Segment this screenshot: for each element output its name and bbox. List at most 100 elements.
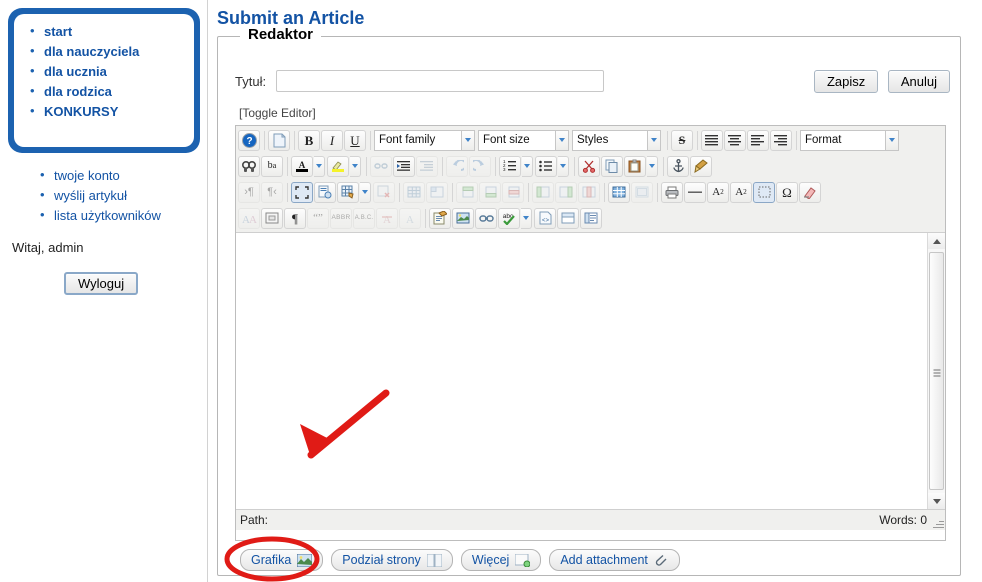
sidebar-item-dla-ucznia[interactable]: dla ucznia [30, 63, 190, 79]
highlight-color-chevron-down-icon[interactable] [350, 155, 361, 177]
insert-layer-icon[interactable] [261, 207, 283, 229]
insert-horizontal-layout-icon[interactable] [557, 207, 579, 229]
italic-icon[interactable]: I [321, 129, 343, 151]
numbered-list-chevron-down-icon[interactable] [522, 155, 533, 177]
sidebar-item-twoje-konto[interactable]: twoje konto [40, 167, 161, 184]
help-icon[interactable]: ? [238, 129, 260, 151]
format-chevron-down-icon[interactable] [886, 129, 899, 151]
sidebar-item-dla-rodzica[interactable]: dla rodzica [30, 83, 190, 99]
abbr-icon[interactable]: ABBR [330, 207, 352, 229]
sidebar-link-dla-rodzica[interactable]: dla rodzica [44, 84, 112, 99]
copy-icon[interactable] [601, 155, 623, 177]
numbered-list-icon[interactable]: 123 [499, 155, 521, 177]
styles-chevron-down-icon[interactable] [648, 129, 661, 151]
pilcrow-icon[interactable]: ¶ [284, 207, 306, 229]
split-cells-icon[interactable] [608, 181, 630, 203]
save-button[interactable]: Zapisz [813, 70, 879, 93]
advanced-image-icon[interactable] [429, 207, 451, 229]
font-size-chevron-down-icon[interactable] [556, 129, 569, 151]
sidebar-item-lista-uzytkownikow[interactable]: lista użytkowników [40, 207, 161, 224]
strikethrough-icon[interactable]: S [671, 129, 693, 151]
delete-col-icon[interactable] [578, 181, 600, 203]
editor-content-area[interactable] [236, 233, 928, 509]
styles-select[interactable]: Styles [572, 129, 648, 151]
delete-row-icon[interactable] [502, 181, 524, 203]
delete-table-icon[interactable] [373, 181, 395, 203]
anchor-icon[interactable] [667, 155, 689, 177]
scroll-down-arrow-icon[interactable] [928, 493, 945, 509]
insert-row-after-icon[interactable] [479, 181, 501, 203]
merge-cells-icon[interactable] [631, 181, 653, 203]
fullscreen-icon[interactable] [291, 181, 313, 203]
cleanup-icon[interactable] [690, 155, 712, 177]
editor-resize-handle[interactable] [932, 517, 944, 529]
new-document-icon[interactable] [268, 129, 290, 151]
acronym-icon[interactable]: A.B.C. [353, 207, 375, 229]
format-select[interactable]: Format [800, 129, 886, 151]
paste-chevron-down-icon[interactable] [647, 155, 658, 177]
grafika-button[interactable]: Grafika [240, 549, 324, 571]
style-props-icon[interactable]: AA [238, 207, 260, 229]
insert-tag-icon[interactable]: A [399, 207, 421, 229]
text-color-chevron-down-icon[interactable] [314, 155, 325, 177]
scroll-up-arrow-icon[interactable] [928, 233, 945, 249]
paste-icon[interactable] [624, 155, 646, 177]
sidebar-item-wyslij-artykul[interactable]: wyślij artykuł [40, 187, 161, 204]
media-icon[interactable] [452, 207, 474, 229]
unlink-icon[interactable] [370, 155, 392, 177]
highlight-color-icon[interactable] [327, 155, 349, 177]
font-size-select[interactable]: Font size [478, 129, 556, 151]
sidebar-item-dla-nauczyciela[interactable]: dla nauczyciela [30, 43, 190, 59]
bold-icon[interactable]: B [298, 129, 320, 151]
insert-col-after-icon[interactable] [555, 181, 577, 203]
replace-icon[interactable]: ba [261, 155, 283, 177]
preview-icon[interactable] [314, 181, 336, 203]
align-justify-icon[interactable] [701, 129, 723, 151]
visual-aid-icon[interactable] [753, 181, 775, 203]
logout-button[interactable]: Wyloguj [64, 272, 139, 295]
sidebar-link-konkursy[interactable]: KONKURSY [44, 104, 118, 119]
spellcheck-chevron-down-icon[interactable] [521, 207, 532, 229]
sidebar-link-twoje-konto[interactable]: twoje konto [54, 168, 120, 183]
sidebar-link-dla-ucznia[interactable]: dla ucznia [44, 64, 107, 79]
special-char-icon[interactable]: Ω [776, 181, 798, 203]
align-left-icon[interactable] [747, 129, 769, 151]
scrollbar-thumb[interactable] [929, 252, 944, 490]
link-icon[interactable] [475, 207, 497, 229]
horizontal-rule-icon[interactable] [684, 181, 706, 203]
spellcheck-icon[interactable]: abc [498, 207, 520, 229]
bulleted-list-icon[interactable] [535, 155, 557, 177]
toggle-editor-link[interactable]: [Toggle Editor] [239, 106, 316, 120]
indent-icon[interactable] [393, 155, 415, 177]
table-properties-icon[interactable] [403, 181, 425, 203]
font-family-select[interactable]: Font family [374, 129, 462, 151]
search-icon[interactable] [238, 155, 260, 177]
insert-table-chevron-down-icon[interactable] [360, 181, 371, 203]
remove-format-icon[interactable] [799, 181, 821, 203]
insert-table-icon[interactable] [337, 181, 359, 203]
wiecej-button[interactable]: Więcej [460, 549, 542, 571]
add-attachment-button[interactable]: Add attachment [549, 549, 680, 571]
print-icon[interactable] [661, 181, 683, 203]
sidebar-item-konkursy[interactable]: KONKURSY [30, 103, 190, 119]
outdent-icon[interactable] [416, 155, 438, 177]
bulleted-list-chevron-down-icon[interactable] [558, 155, 569, 177]
cut-icon[interactable] [578, 155, 600, 177]
ltr-icon[interactable]: ›¶ [238, 181, 260, 203]
superscript-icon[interactable]: A2 [730, 181, 752, 203]
sidebar-link-wyslij-artykul[interactable]: wyślij artykuł [54, 188, 127, 203]
insert-row-before-icon[interactable] [456, 181, 478, 203]
title-input[interactable] [276, 70, 604, 92]
template-icon[interactable] [580, 207, 602, 229]
sidebar-link-lista-uzytkownikow[interactable]: lista użytkowników [54, 208, 161, 223]
text-color-icon[interactable]: A [291, 155, 313, 177]
subscript-icon[interactable]: A2 [707, 181, 729, 203]
source-code-icon[interactable]: <> [534, 207, 556, 229]
rtl-icon[interactable]: ¶‹ [261, 181, 283, 203]
podzial-strony-button[interactable]: Podział strony [331, 549, 453, 571]
sidebar-item-start[interactable]: start [30, 23, 190, 39]
delete-tag-icon[interactable]: A [376, 207, 398, 229]
cancel-button[interactable]: Anuluj [887, 70, 950, 93]
sidebar-link-start[interactable]: start [44, 24, 72, 39]
sidebar-link-dla-nauczyciela[interactable]: dla nauczyciela [44, 44, 139, 59]
